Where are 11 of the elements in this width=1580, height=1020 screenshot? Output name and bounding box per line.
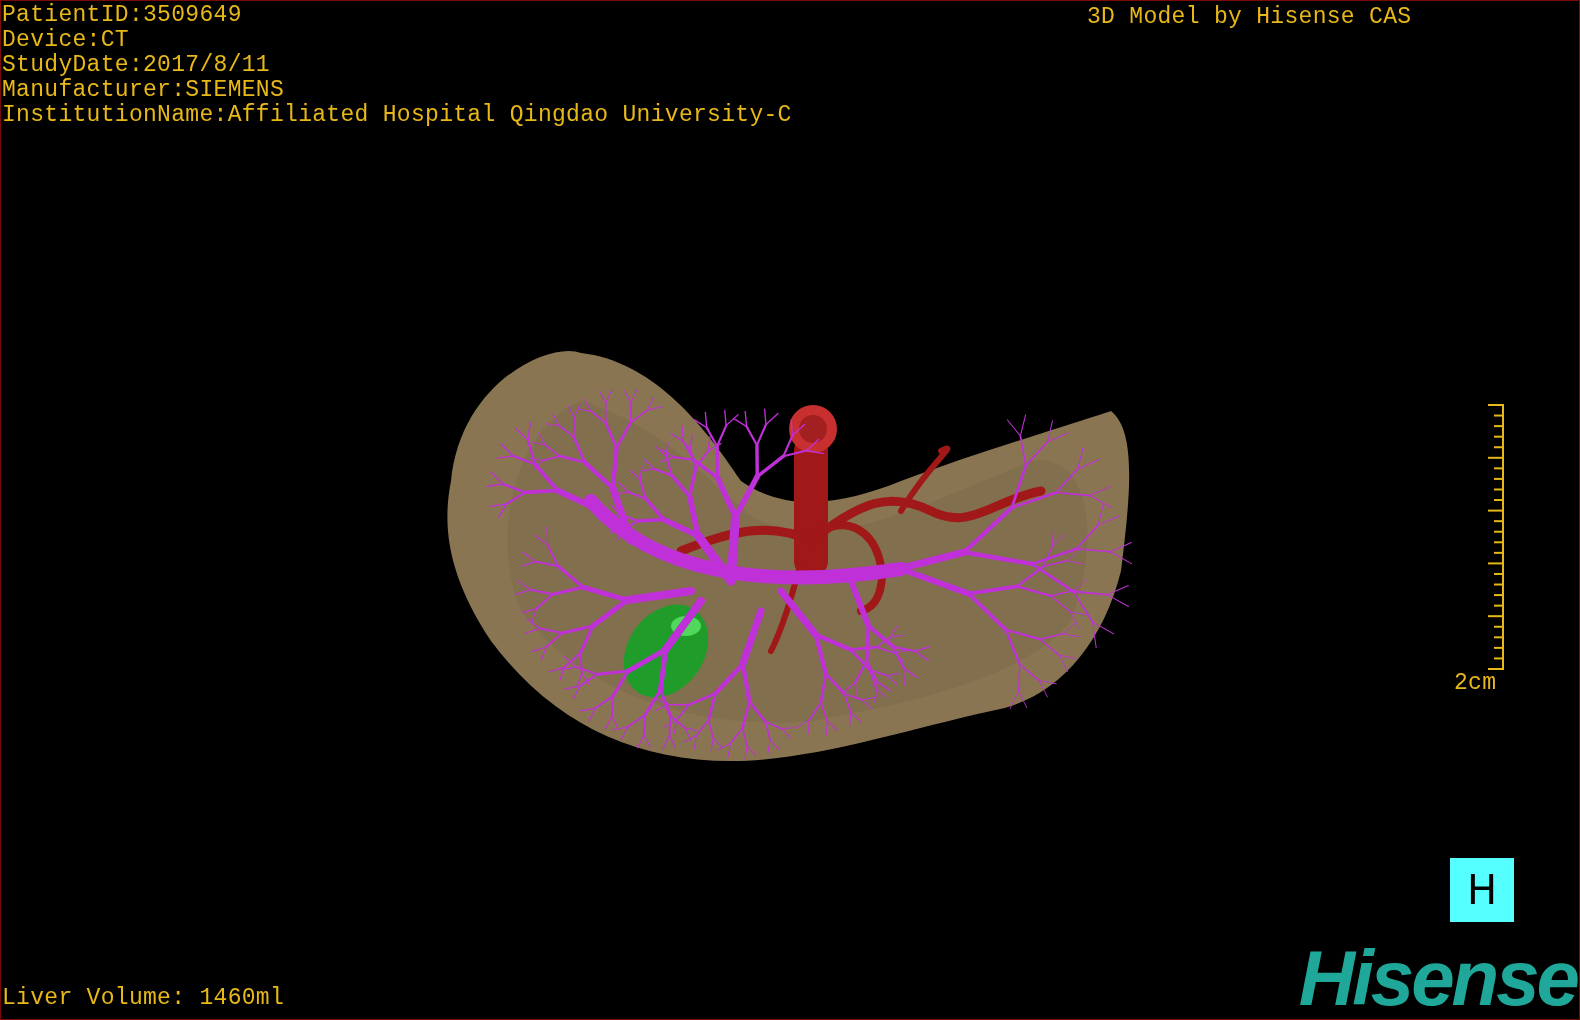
info-text: PatientID:3509649 (2, 3, 242, 28)
info-text: InstitutionName:Affiliated Hospital Qingdao University-C (2, 103, 792, 128)
liver-model-drawing[interactable] (447, 351, 1133, 761)
volume-text: Liver Volume: 1460ml (2, 986, 285, 1011)
model-title: 3D Model by Hisense CAS (1087, 5, 1412, 30)
logo: Hisense (1298, 943, 1577, 1013)
info-text: Manufacturer:SIEMENS (2, 78, 285, 103)
scale-label: 2cm (1454, 671, 1497, 696)
info-text: Device:CT (2, 28, 129, 53)
view-button[interactable]: H (1450, 858, 1514, 922)
info-text: StudyDate:2017/8/11 (2, 53, 270, 78)
